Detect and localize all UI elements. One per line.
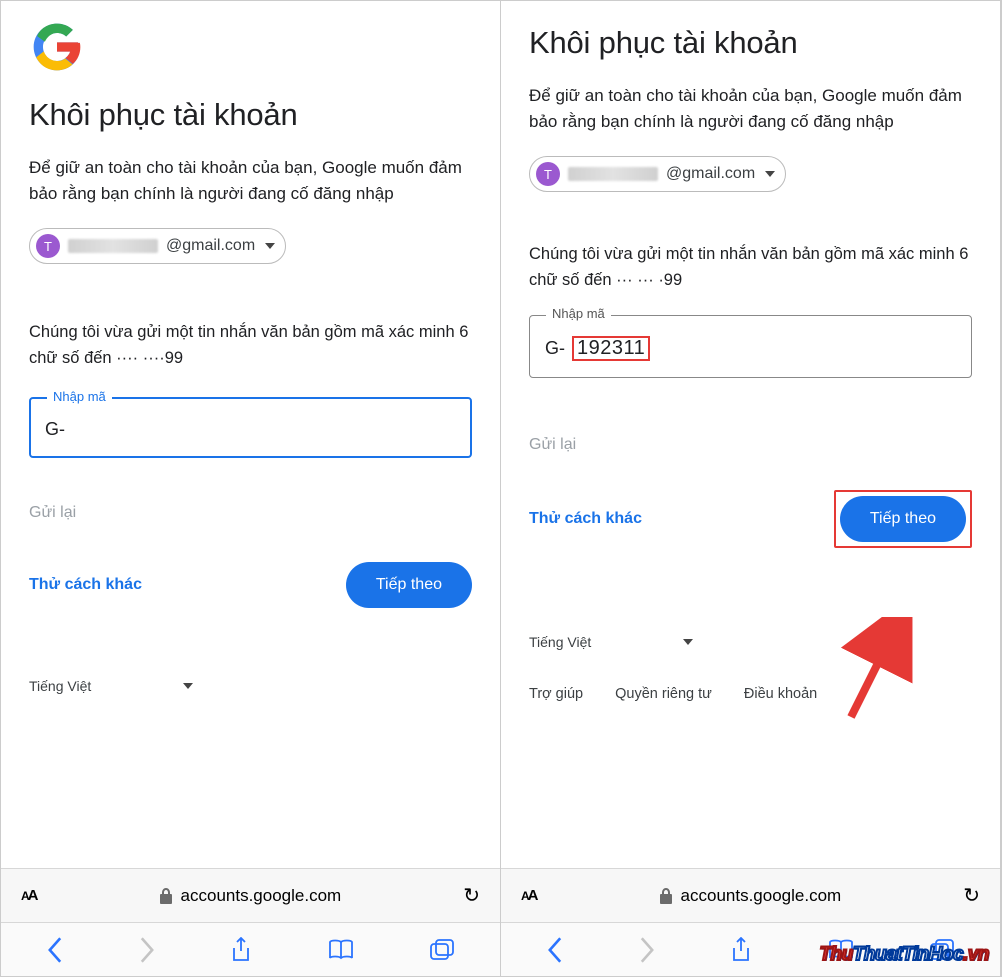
language-label: Tiếng Việt [529,634,591,650]
email-suffix: @gmail.com [666,165,755,183]
bookmarks-icon[interactable] [827,939,855,961]
account-chip[interactable]: T @gmail.com [29,228,286,264]
code-prefix: G- [45,419,65,440]
share-icon[interactable] [230,937,252,963]
email-masked [568,167,658,181]
avatar: T [536,162,560,186]
code-input-wrapper[interactable]: Nhập mã G- 192311 [529,315,972,378]
reload-icon[interactable]: ↻ [463,883,480,908]
safari-address-bar: AA accounts.google.com ↻ [1,868,500,922]
text-size-icon[interactable]: AA [521,887,537,904]
language-selector[interactable]: Tiếng Việt [29,678,472,694]
reload-icon[interactable]: ↻ [963,883,980,908]
screenshot-pair: Khôi phục tài khoản Để giữ an toàn cho t… [0,0,1002,977]
forward-icon [138,937,156,963]
safari-bottom-bar [501,922,1000,976]
lock-icon [159,888,173,904]
help-link[interactable]: Trợ giúp [529,686,583,702]
forward-icon [638,937,656,963]
page-subtitle: Để giữ an toàn cho tài khoản của bạn, Go… [529,83,972,134]
action-row: Thử cách khác Tiếp theo [529,490,972,548]
footer-links: Trợ giúp Quyền riêng tư Điều khoản [529,686,972,702]
code-input-wrapper[interactable]: Nhập mã G- [29,397,472,458]
back-icon[interactable] [546,937,564,963]
next-button[interactable]: Tiếp theo [840,496,966,542]
avatar: T [36,234,60,258]
privacy-link[interactable]: Quyền riêng tư [615,686,712,702]
google-logo-icon [29,19,85,75]
safari-address-bar: AA accounts.google.com ↻ [501,868,1000,922]
language-label: Tiếng Việt [29,678,91,694]
text-size-icon[interactable]: AA [21,887,37,904]
next-button[interactable]: Tiếp theo [346,562,472,608]
email-suffix: @gmail.com [166,237,255,255]
tabs-icon[interactable] [929,938,955,962]
right-pane: Khôi phục tài khoản Để giữ an toàn cho t… [501,1,1001,976]
terms-link[interactable]: Điều khoản [744,686,817,702]
code-value[interactable]: 192311 [573,337,649,360]
page-subtitle: Để giữ an toàn cho tài khoản của bạn, Go… [29,155,472,206]
back-icon[interactable] [46,937,64,963]
tabs-icon[interactable] [429,938,455,962]
sms-sent-text: Chúng tôi vừa gửi một tin nhắn văn bản g… [529,242,972,293]
email-masked [68,239,158,253]
left-pane: Khôi phục tài khoản Để giữ an toàn cho t… [1,1,501,976]
url-host: accounts.google.com [181,886,342,906]
lock-icon [659,888,673,904]
share-icon[interactable] [730,937,752,963]
bookmarks-icon[interactable] [327,939,355,961]
chevron-down-icon [683,639,693,645]
language-selector[interactable]: Tiếng Việt [529,634,972,650]
url-host: accounts.google.com [681,886,842,906]
chevron-down-icon [183,683,193,689]
highlight-annotation: Tiếp theo [834,490,972,548]
account-chip[interactable]: T @gmail.com [529,156,786,192]
try-other-button[interactable]: Thử cách khác [29,576,142,594]
url-display[interactable]: accounts.google.com [659,886,842,906]
page-title: Khôi phục tài khoản [529,25,972,61]
code-label: Nhập mã [546,306,611,321]
url-display[interactable]: accounts.google.com [159,886,342,906]
chevron-down-icon [765,171,775,177]
resend-link[interactable]: Gửi lại [529,436,972,454]
safari-bottom-bar [1,922,500,976]
code-label: Nhập mã [47,389,112,404]
left-content: Khôi phục tài khoản Để giữ an toàn cho t… [1,1,500,868]
action-row: Thử cách khác Tiếp theo [29,562,472,608]
page-title: Khôi phục tài khoản [29,97,472,133]
sms-sent-text: Chúng tôi vừa gửi một tin nhắn văn bản g… [29,320,472,371]
chevron-down-icon [265,243,275,249]
resend-link[interactable]: Gửi lại [29,504,472,522]
code-prefix: G- [545,338,565,359]
right-content: Khôi phục tài khoản Để giữ an toàn cho t… [501,1,1000,868]
try-other-button[interactable]: Thử cách khác [529,510,642,528]
